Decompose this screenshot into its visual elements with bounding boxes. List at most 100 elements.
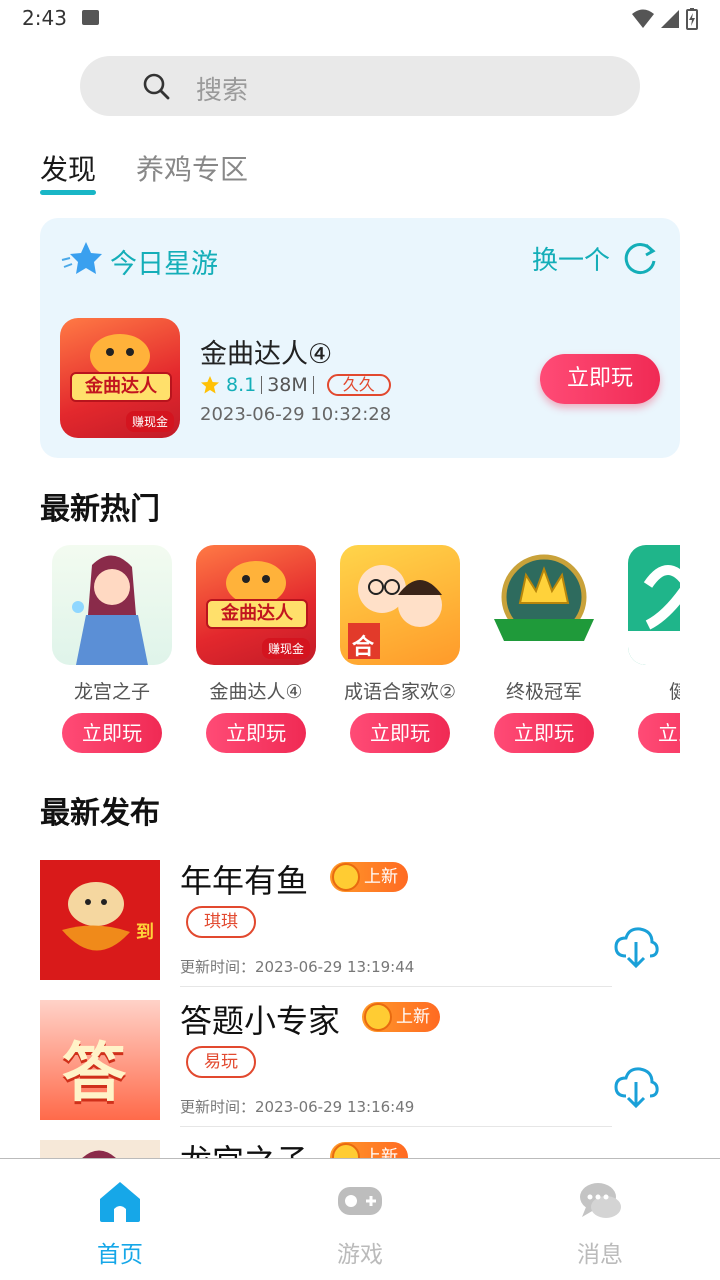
hot-play-button[interactable]: 立即玩 xyxy=(494,713,594,753)
tiger-mascot-icon xyxy=(90,334,150,378)
hot-play-button[interactable]: 立即玩 xyxy=(350,713,450,753)
game-meta: 8.1 38M 久久 xyxy=(200,374,391,396)
hot-game-thumbnail[interactable]: 金曲达人 赚现金 xyxy=(196,545,316,665)
bottom-navigation: 首页 游戏 消息 xyxy=(0,1158,720,1280)
meta-divider xyxy=(261,376,263,394)
laughing-face-icon xyxy=(332,1143,360,1158)
star-card-title: 今日星游 xyxy=(110,249,218,280)
thumb-char: 到 xyxy=(136,922,154,943)
new-badge: 上新 xyxy=(330,1142,408,1158)
nav-messages-label: 消息 xyxy=(577,1242,623,1268)
status-bar: 2:43 xyxy=(0,0,720,36)
new-badge-label: 上新 xyxy=(364,867,398,887)
new-badge: 上新 xyxy=(330,862,408,892)
latest-game-tag: 易玩 xyxy=(186,1046,256,1078)
latest-game-item[interactable]: 到 年年有鱼 上新 琪琪 更新时间：2023-06-29 13:19:44 xyxy=(40,860,680,1000)
nav-home[interactable]: 首页 xyxy=(60,1177,180,1269)
hot-play-button[interactable]: 立即玩 xyxy=(638,713,680,753)
latest-game-update-time: 更新时间：2023-06-29 13:16:49 xyxy=(180,1098,415,1116)
signal-icon xyxy=(661,10,679,28)
new-badge-label: 上新 xyxy=(364,1147,398,1158)
search-placeholder: 搜索 xyxy=(196,76,249,106)
swap-button[interactable]: 换一个 xyxy=(532,240,658,277)
gallery-notification-icon xyxy=(82,10,99,25)
wifi-icon xyxy=(632,9,654,28)
latest-game-thumbnail[interactable]: 到 xyxy=(40,860,160,980)
latest-game-update-time: 更新时间：2023-06-29 13:19:44 xyxy=(180,958,415,976)
thumb-char: 答 xyxy=(62,1037,126,1111)
hot-game-item[interactable]: 龙宫之子 立即玩 xyxy=(52,545,172,753)
latest-section-title: 最新发布 xyxy=(40,796,160,831)
tiger-mascot-icon xyxy=(226,561,286,605)
new-badge: 上新 xyxy=(362,1002,440,1032)
hot-game-item[interactable]: 合 成语合家欢② 立即玩 xyxy=(340,545,460,753)
hot-game-item[interactable]: 金曲达人 赚现金 金曲达人④ 立即玩 xyxy=(196,545,316,753)
latest-game-name: 答题小专家 xyxy=(180,1002,341,1040)
chat-bubbles-icon xyxy=(580,1183,621,1218)
latest-game-tag: 琪琪 xyxy=(186,906,256,938)
latest-game-thumbnail[interactable]: 答 xyxy=(40,1000,160,1120)
search-bar[interactable]: 搜索 xyxy=(80,56,640,116)
hot-game-name: 健步 xyxy=(668,681,680,703)
game-name[interactable]: 金曲达人④ xyxy=(200,332,332,371)
hot-game-item[interactable]: 健步 立即玩 xyxy=(628,545,680,753)
hot-game-name: 成语合家欢② xyxy=(343,681,457,703)
tab-discover[interactable]: 发现 xyxy=(40,148,96,188)
hot-game-thumbnail[interactable] xyxy=(628,545,680,665)
laughing-face-icon xyxy=(364,1003,392,1031)
tab-chicken-zone[interactable]: 养鸡专区 xyxy=(136,148,248,188)
dragon-palace-character-icon xyxy=(82,1150,116,1158)
thumb-title: 金曲达人 xyxy=(206,599,308,629)
hot-game-name: 龙宫之子 xyxy=(73,681,150,703)
hot-play-button[interactable]: 立即玩 xyxy=(206,713,306,753)
hot-game-thumbnail[interactable]: 合 xyxy=(340,545,460,665)
latest-game-name: 年年有鱼 xyxy=(180,862,309,900)
nav-messages[interactable]: 消息 xyxy=(540,1177,660,1269)
meta-divider xyxy=(312,376,314,394)
walking-app-logo-icon xyxy=(628,565,680,665)
play-now-button[interactable]: 立即玩 xyxy=(540,354,660,404)
hot-game-thumbnail[interactable] xyxy=(52,545,172,665)
latest-game-item[interactable]: 龙宫之子 上新 xyxy=(40,1140,680,1158)
thumb-earn-tag: 赚现金 xyxy=(261,638,310,659)
rating-star-icon xyxy=(201,376,219,394)
cloud-download-icon[interactable] xyxy=(612,1062,660,1110)
hot-section-title: 最新热门 xyxy=(40,492,160,527)
swap-label: 换一个 xyxy=(531,246,610,276)
status-icons xyxy=(632,8,698,30)
crown-shield-icon xyxy=(494,554,594,641)
hot-game-thumbnail[interactable] xyxy=(484,545,604,665)
game-size: 38M xyxy=(267,374,308,396)
hot-game-name: 金曲达人④ xyxy=(209,681,303,703)
hot-play-button[interactable]: 立即玩 xyxy=(62,713,162,753)
hot-games-row: 龙宫之子 立即玩 金曲达人 赚现金 金曲达人④ 立即玩 合 成语合家欢② 立即玩… xyxy=(40,545,680,760)
hot-game-name: 终极冠军 xyxy=(505,681,582,703)
search-icon xyxy=(143,73,170,100)
latest-game-name: 龙宫之子 xyxy=(180,1140,308,1158)
new-badge-label: 上新 xyxy=(396,1007,430,1027)
nav-games-label: 游戏 xyxy=(337,1242,383,1268)
nav-games[interactable]: 游戏 xyxy=(300,1177,420,1269)
game-rating: 8.1 xyxy=(226,374,257,396)
star-icon xyxy=(61,242,102,274)
game-tag: 久久 xyxy=(326,374,391,396)
thumb-char: 合 xyxy=(352,635,375,660)
active-tab-indicator xyxy=(40,190,96,195)
battery-icon xyxy=(686,8,698,30)
status-time: 2:43 xyxy=(22,6,67,30)
divider xyxy=(180,986,612,987)
hot-game-item[interactable]: 终极冠军 立即玩 xyxy=(484,545,604,753)
game-thumbnail[interactable]: 金曲达人 赚现金 xyxy=(60,318,180,438)
thumb-title: 金曲达人 xyxy=(70,372,172,402)
dragon-palace-character-icon xyxy=(72,555,148,665)
latest-game-thumbnail[interactable] xyxy=(40,1140,160,1158)
nav-home-label: 首页 xyxy=(97,1242,143,1268)
laughing-face-icon xyxy=(332,863,360,891)
gamepad-icon xyxy=(338,1187,382,1215)
latest-game-item[interactable]: 答 答题小专家 上新 易玩 更新时间：2023-06-29 13:16:49 xyxy=(40,1000,680,1140)
thumb-earn-tag: 赚现金 xyxy=(125,411,174,432)
divider xyxy=(180,1126,612,1127)
home-icon xyxy=(100,1182,140,1222)
refresh-icon xyxy=(624,242,656,274)
cloud-download-icon[interactable] xyxy=(612,922,660,970)
